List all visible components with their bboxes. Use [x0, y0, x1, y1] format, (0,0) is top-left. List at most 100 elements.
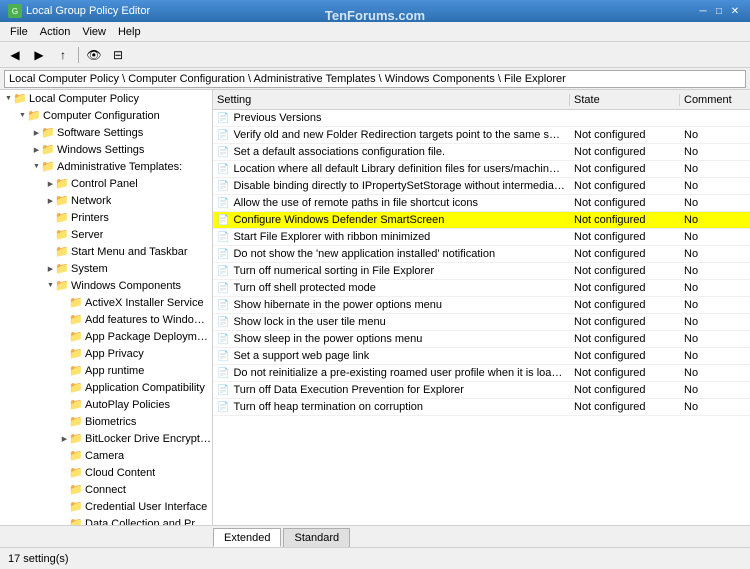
- title-bar-controls: ─ □ ✕: [696, 4, 742, 18]
- forward-button[interactable]: ▶: [28, 44, 50, 66]
- tree-item-add-features[interactable]: 📁Add features to Windows 10: [0, 311, 212, 328]
- doc-icon: 📄: [217, 300, 229, 311]
- tree-item-start-menu[interactable]: 📁Start Menu and Taskbar: [0, 243, 212, 260]
- cell-state-13: Not configured: [570, 333, 680, 345]
- setting-text: Show lock in the user tile menu: [233, 316, 385, 328]
- tree-item-data-collection[interactable]: 📁Data Collection and Preview Builds: [0, 515, 212, 525]
- tree-item-windows-settings[interactable]: ▶📁Windows Settings: [0, 141, 212, 158]
- folder-icon-data-collection: 📁: [69, 517, 83, 526]
- tree-toggle-system[interactable]: ▶: [46, 264, 55, 273]
- cell-comment-17: No: [680, 401, 750, 413]
- tree-label-app-package: App Package Deployment: [85, 331, 212, 343]
- table-row[interactable]: 📄Show sleep in the power options menuNot…: [213, 331, 750, 348]
- tree-item-system[interactable]: ▶📁System: [0, 260, 212, 277]
- cell-comment-8: No: [680, 248, 750, 260]
- up-button[interactable]: ↑: [52, 44, 74, 66]
- menu-action[interactable]: Action: [34, 24, 77, 40]
- setting-text: Start File Explorer with ribbon minimize…: [233, 231, 430, 243]
- tab-extended[interactable]: Extended: [213, 528, 281, 547]
- cell-comment-15: No: [680, 367, 750, 379]
- tree-item-activex[interactable]: 📁ActiveX Installer Service: [0, 294, 212, 311]
- tree-toggle-bitlocker[interactable]: ▶: [60, 434, 69, 443]
- tab-standard[interactable]: Standard: [283, 528, 350, 547]
- doc-icon: 📄: [217, 249, 229, 260]
- tree-toggle-control-panel[interactable]: ▶: [46, 179, 55, 188]
- table-row[interactable]: 📄Allow the use of remote paths in file s…: [213, 195, 750, 212]
- cell-state-16: Not configured: [570, 384, 680, 396]
- cell-comment-2: No: [680, 146, 750, 158]
- tree-item-computer-configuration[interactable]: ▼📁Computer Configuration: [0, 107, 212, 124]
- back-button[interactable]: ◀: [4, 44, 26, 66]
- address-path[interactable]: Local Computer Policy \ Computer Configu…: [4, 70, 746, 88]
- tree-label-control-panel: Control Panel: [71, 178, 138, 190]
- close-button[interactable]: ✕: [728, 4, 742, 18]
- tree-toggle-windows-settings[interactable]: ▶: [32, 145, 41, 154]
- tree-item-server[interactable]: 📁Server: [0, 226, 212, 243]
- table-row[interactable]: 📄Show lock in the user tile menuNot conf…: [213, 314, 750, 331]
- setting-text: Turn off shell protected mode: [233, 282, 375, 294]
- table-row[interactable]: 📄Start File Explorer with ribbon minimiz…: [213, 229, 750, 246]
- table-row[interactable]: 📄Turn off heap termination on corruption…: [213, 399, 750, 416]
- tree-item-credential-ui[interactable]: 📁Credential User Interface: [0, 498, 212, 515]
- table-row[interactable]: 📄Turn off Data Execution Prevention for …: [213, 382, 750, 399]
- menu-bar: File Action View Help: [0, 22, 750, 42]
- table-row[interactable]: 📄Turn off numerical sorting in File Expl…: [213, 263, 750, 280]
- menu-file[interactable]: File: [4, 24, 34, 40]
- tree-toggle-software-settings[interactable]: ▶: [32, 128, 41, 137]
- cell-setting-1: 📄Verify old and new Folder Redirection t…: [213, 129, 570, 141]
- table-row[interactable]: 📄Turn off shell protected modeNot config…: [213, 280, 750, 297]
- tree-label-cloud-content: Cloud Content: [85, 467, 155, 479]
- tree-label-app-compat: Application Compatibility: [85, 382, 205, 394]
- table-row[interactable]: 📄Location where all default Library defi…: [213, 161, 750, 178]
- tree-item-connect[interactable]: 📁Connect: [0, 481, 212, 498]
- folder-icon-app-package: 📁: [69, 330, 83, 344]
- tree-toggle-admin-templates[interactable]: ▼: [32, 162, 41, 171]
- cell-setting-8: 📄Do not show the 'new application instal…: [213, 248, 570, 260]
- tree-item-app-compat[interactable]: 📁Application Compatibility: [0, 379, 212, 396]
- cell-state-8: Not configured: [570, 248, 680, 260]
- tree-item-app-package[interactable]: 📁App Package Deployment: [0, 328, 212, 345]
- cell-setting-14: 📄Set a support web page link: [213, 350, 570, 362]
- tree-item-biometrics[interactable]: 📁Biometrics: [0, 413, 212, 430]
- table-row[interactable]: 📄Verify old and new Folder Redirection t…: [213, 127, 750, 144]
- cell-setting-5: 📄Allow the use of remote paths in file s…: [213, 197, 570, 209]
- tree-toggle-local-computer-policy[interactable]: ▼: [4, 94, 13, 103]
- table-row[interactable]: 📄Do not show the 'new application instal…: [213, 246, 750, 263]
- tree-toggle-windows-components[interactable]: ▼: [46, 281, 55, 290]
- folder-icon-app-runtime: 📁: [69, 364, 83, 378]
- col-header-comment: Comment: [680, 94, 750, 106]
- tree-label-activex: ActiveX Installer Service: [85, 297, 204, 309]
- tree-item-network[interactable]: ▶📁Network: [0, 192, 212, 209]
- tree-item-control-panel[interactable]: ▶📁Control Panel: [0, 175, 212, 192]
- tree-item-app-runtime[interactable]: 📁App runtime: [0, 362, 212, 379]
- table-row[interactable]: 📄Configure Windows Defender SmartScreenN…: [213, 212, 750, 229]
- minimize-button[interactable]: ─: [696, 4, 710, 18]
- tree-item-bitlocker[interactable]: ▶📁BitLocker Drive Encryption: [0, 430, 212, 447]
- table-row[interactable]: 📄Disable binding directly to IPropertySe…: [213, 178, 750, 195]
- tree-item-app-privacy[interactable]: 📁App Privacy: [0, 345, 212, 362]
- tree-item-local-computer-policy[interactable]: ▼📁Local Computer Policy: [0, 90, 212, 107]
- maximize-button[interactable]: □: [712, 4, 726, 18]
- doc-icon: 📄: [217, 130, 229, 141]
- tree-item-windows-components[interactable]: ▼📁Windows Components: [0, 277, 212, 294]
- tree-toggle-network[interactable]: ▶: [46, 196, 55, 205]
- table-row[interactable]: 📄Show hibernate in the power options men…: [213, 297, 750, 314]
- tree-item-admin-templates[interactable]: ▼📁Administrative Templates:: [0, 158, 212, 175]
- tree-label-connect: Connect: [85, 484, 126, 496]
- menu-help[interactable]: Help: [112, 24, 147, 40]
- title-bar-left: G Local Group Policy Editor: [8, 4, 150, 18]
- filter-button[interactable]: ⊟: [107, 44, 129, 66]
- table-row[interactable]: 📄Do not reinitialize a pre-existing roam…: [213, 365, 750, 382]
- tree-toggle-computer-configuration[interactable]: ▼: [18, 111, 27, 120]
- tree-item-camera[interactable]: 📁Camera: [0, 447, 212, 464]
- table-row[interactable]: 📄Previous Versions: [213, 110, 750, 127]
- show-hide-button[interactable]: 👁: [83, 44, 105, 66]
- table-row[interactable]: 📄Set a default associations configuratio…: [213, 144, 750, 161]
- menu-view[interactable]: View: [76, 24, 112, 40]
- tree-item-autoplay[interactable]: 📁AutoPlay Policies: [0, 396, 212, 413]
- table-row[interactable]: 📄Set a support web page linkNot configur…: [213, 348, 750, 365]
- tree-item-software-settings[interactable]: ▶📁Software Settings: [0, 124, 212, 141]
- tree-item-printers[interactable]: 📁Printers: [0, 209, 212, 226]
- tree-item-cloud-content[interactable]: 📁Cloud Content: [0, 464, 212, 481]
- folder-icon-computer-configuration: 📁: [27, 109, 41, 123]
